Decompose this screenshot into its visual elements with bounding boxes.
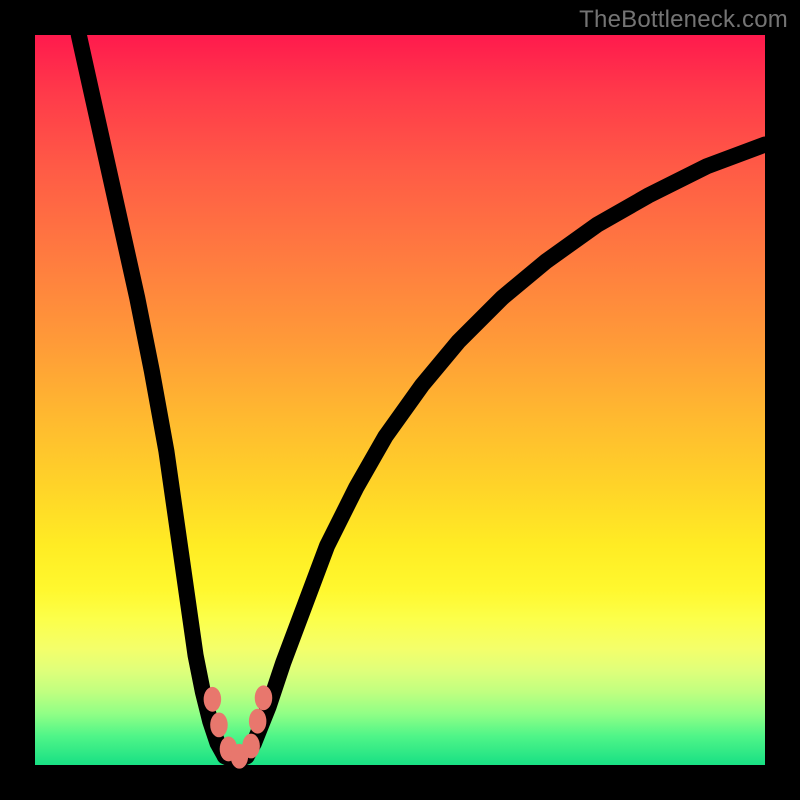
curve-left <box>79 35 225 756</box>
chart-frame: TheBottleneck.com <box>0 0 800 800</box>
left-lower-segment <box>210 712 228 737</box>
curve-right <box>247 145 765 757</box>
chart-svg <box>35 35 765 765</box>
plot-area <box>35 35 765 765</box>
right-upper-segment <box>255 685 273 710</box>
floor-right-dot <box>242 734 260 759</box>
marker-group <box>204 685 273 768</box>
watermark-text: TheBottleneck.com <box>579 6 788 34</box>
right-lower-segment <box>249 709 267 734</box>
left-upper-segment <box>204 687 222 712</box>
